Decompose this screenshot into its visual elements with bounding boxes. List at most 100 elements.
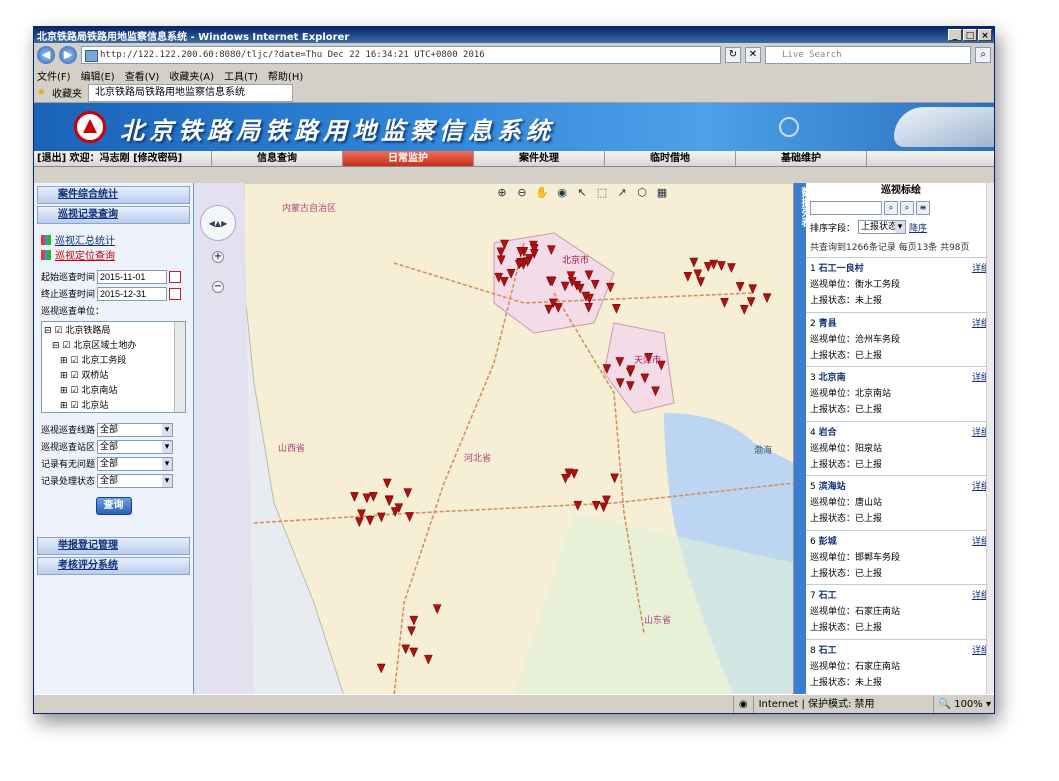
favorites-button[interactable]: 收藏夹: [52, 85, 82, 100]
stop-icon[interactable]: ✕: [745, 47, 761, 63]
menu-help[interactable]: 帮助(H): [268, 68, 303, 83]
tree-node[interactable]: ⊞ ☑ 北京工务段: [44, 354, 183, 369]
region-label: 内蒙古自治区: [282, 204, 337, 214]
forward-button[interactable]: ▶: [59, 46, 77, 64]
sidebar-link-summary[interactable]: 巡视汇总统计: [41, 232, 190, 247]
zoom-out-icon[interactable]: ⊖: [514, 185, 530, 201]
tree-node[interactable]: ⊞ ☑ 北京南站: [44, 384, 183, 399]
zoom-in-icon[interactable]: ⊕: [494, 185, 510, 201]
sort-order-link[interactable]: 降序: [909, 221, 927, 234]
user-info[interactable]: [退出] 欢迎：冯志刚 [修改密码]: [34, 151, 212, 166]
unit-label: 巡视巡查单位：: [41, 307, 105, 317]
menu-view[interactable]: 查看(V): [125, 68, 160, 83]
station-select[interactable]: 全部: [97, 439, 173, 454]
unit-tree[interactable]: ⊟ ☑ 北京铁路局 ⊟ ☑ 北京区域土地办 ⊞ ☑ 北京工务段 ⊞ ☑ 双桥站 …: [41, 321, 186, 413]
sort-label: 排序字段：: [810, 223, 856, 234]
item-unit: 衡水工务段: [855, 280, 901, 290]
zoom-control[interactable]: 🔍 100% ▾: [932, 695, 994, 713]
menu-file[interactable]: 文件(F): [37, 68, 71, 83]
search-icon[interactable]: ⌕: [975, 47, 991, 63]
tab-daily-monitor[interactable]: 日常监护: [343, 151, 474, 166]
zoom-plus-button[interactable]: +: [212, 251, 224, 263]
calendar-icon[interactable]: [169, 270, 181, 283]
panel-scrollbar[interactable]: [986, 183, 994, 696]
sidebar-section-patrol-query[interactable]: 巡视记录查询: [37, 206, 190, 224]
data-list-tab[interactable]: 数据列表: [794, 183, 810, 696]
status-bar: ◉ Internet | 保护模式: 禁用 🔍 100% ▾: [34, 694, 994, 713]
tab-basic-maintenance[interactable]: 基础维护: [736, 151, 867, 166]
sidebar-section-scoring[interactable]: 考核评分系统: [37, 557, 190, 575]
tree-node[interactable]: ⊟ ☑ 北京铁路局: [44, 324, 183, 339]
print-icon[interactable]: ▦: [654, 185, 670, 201]
calendar-icon[interactable]: [169, 287, 181, 300]
list-item[interactable]: 3 北京南 详细 巡视单位：北京南站 上报状态：已上报: [806, 367, 994, 422]
browser-tab[interactable]: 北京铁路局铁路用地监察信息系统: [87, 83, 293, 102]
menu-tools[interactable]: 工具(T): [224, 68, 258, 83]
zoom-minus-button[interactable]: −: [212, 281, 224, 293]
menu-edit[interactable]: 编辑(E): [81, 68, 115, 83]
minimize-button[interactable]: _: [948, 29, 962, 41]
star-icon[interactable]: ★: [37, 87, 46, 98]
sort-select[interactable]: 上报状态: [858, 220, 907, 234]
url-field[interactable]: http://122.122.200.60:8080/tljc/?date=Th…: [81, 46, 721, 64]
status-prefix: 上报状态：: [810, 350, 856, 361]
tab-temp-land[interactable]: 临时借地: [605, 151, 736, 166]
filter-label: 巡视巡查站区: [41, 443, 96, 453]
globe-icon[interactable]: ◉: [554, 185, 570, 201]
problem-select[interactable]: 全部: [97, 456, 173, 471]
list-item[interactable]: 7 石工 详细 巡视单位：石家庄南站 上报状态：已上报: [806, 585, 994, 640]
filter-label: 记录处理状态: [41, 477, 96, 487]
tree-node[interactable]: ⊟ ☑ 北京区域土地办: [44, 339, 183, 354]
tree-node[interactable]: ⊞ ☑ 北京站: [44, 399, 183, 412]
refresh-icon[interactable]: ↻: [725, 47, 741, 63]
select-arrow-icon[interactable]: ↖: [574, 185, 590, 201]
tab-info-query[interactable]: 信息查询: [212, 151, 343, 166]
item-number: 2: [810, 318, 816, 329]
tree-node[interactable]: ⊞ ☑ 双桥站: [44, 369, 183, 384]
item-number: 8: [810, 645, 816, 656]
pan-hand-icon[interactable]: ✋: [534, 185, 550, 201]
maximize-button[interactable]: □: [963, 29, 977, 41]
site-title: 北京铁路局铁路用地监察信息系统: [120, 116, 555, 145]
item-name: 北京南: [818, 373, 846, 383]
zoom-level: 100%: [954, 698, 983, 710]
sidebar-section-case-stats[interactable]: 案件综合统计: [37, 186, 190, 204]
area-icon[interactable]: ⬡: [634, 185, 650, 201]
box-select-icon[interactable]: ⬚: [594, 185, 610, 201]
item-status: 已上报: [855, 568, 883, 579]
list-item[interactable]: 6 彭城 详细 巡视单位：邯郸车务段 上报状态：已上报: [806, 531, 994, 585]
list-item[interactable]: 1 石工一良村 详细 巡视单位：衡水工务段 上报状态：未上报: [806, 258, 994, 313]
sidebar-section-report[interactable]: 举报登记管理: [37, 537, 190, 555]
close-button[interactable]: ×: [978, 29, 992, 41]
list-item[interactable]: 4 岩合 详细 巡视单位：阳泉站 上报状态：已上报: [806, 422, 994, 476]
site-banner: 北京铁路局铁路用地监察信息系统: [34, 103, 994, 151]
measure-icon[interactable]: ↗: [614, 185, 630, 201]
query-button[interactable]: 查询: [95, 497, 132, 515]
item-unit: 沧州车务段: [855, 334, 901, 345]
back-button[interactable]: ◀: [37, 46, 55, 64]
sidebar-link-location[interactable]: 巡视定位查询: [41, 247, 190, 262]
status-select[interactable]: 全部: [97, 473, 173, 488]
start-date-input[interactable]: [97, 269, 167, 284]
item-status: 已上报: [855, 514, 883, 524]
list-icon[interactable]: ≡: [916, 201, 930, 215]
menu-favorites[interactable]: 收藏夹(A): [169, 68, 214, 83]
tree-scrollbar[interactable]: [174, 322, 185, 412]
map-view[interactable]: ⊕ ⊖ ✋ ◉ ↖ ⬚ ↗ ⬡ ▦ ◀▲▶ + − 内蒙古自治区 北京市 天津市…: [194, 183, 794, 696]
search-icon[interactable]: ⌕: [884, 201, 898, 215]
region-label: 山东省: [644, 616, 672, 626]
list-item[interactable]: 5 滨海站 详细 巡视单位：唐山站 上报状态：已上报: [806, 476, 994, 531]
item-status: 已上报: [855, 350, 883, 361]
status-prefix: 上报状态：: [810, 677, 856, 688]
advanced-search-icon[interactable]: ⌕: [900, 201, 914, 215]
end-date-input[interactable]: [97, 286, 167, 301]
tab-case-handling[interactable]: 案件处理: [474, 151, 605, 166]
address-bar: ◀ ▶ http://122.122.200.60:8080/tljc/?dat…: [34, 43, 994, 67]
line-select[interactable]: 全部: [97, 422, 173, 437]
item-status: 已上报: [855, 405, 883, 415]
live-search-input[interactable]: Live Search: [765, 46, 971, 64]
list-item[interactable]: 2 青县 详细 巡视单位：沧州车务段 上报状态：已上报: [806, 313, 994, 367]
panel-search-input[interactable]: [810, 201, 882, 215]
pan-control-icon[interactable]: ◀▲▶: [200, 205, 236, 241]
list-item[interactable]: 8 石工 详细 巡视单位：石家庄南站 上报状态：未上报: [806, 640, 994, 694]
